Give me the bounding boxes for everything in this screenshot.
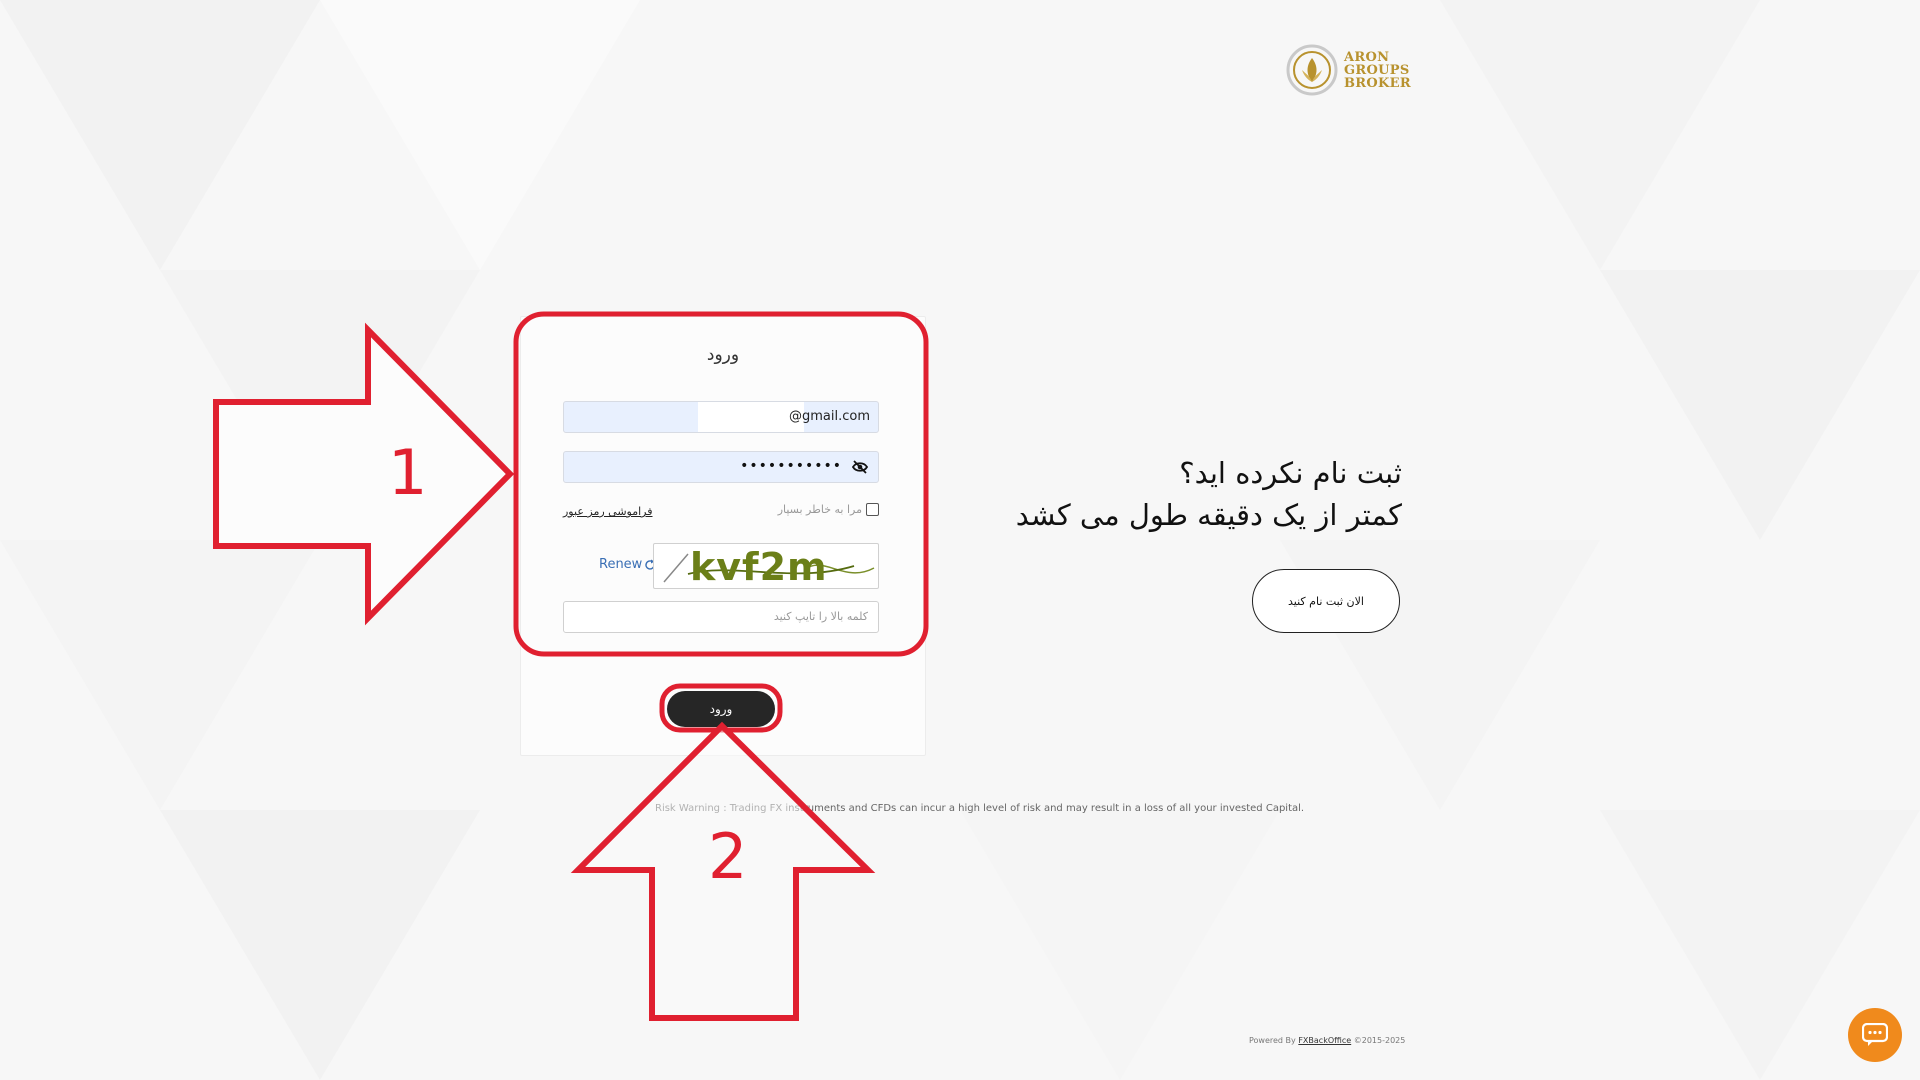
forgot-password-link[interactable]: فراموشی رمز عبور [563,505,653,518]
logo-line-3: BROKER [1344,75,1411,91]
broker-logo[interactable]: ARON GROUPS BROKER [1286,44,1411,96]
captcha-placeholder: کلمه بالا را تایپ کنید [773,610,868,623]
renew-label: Renew [599,557,643,572]
copyright: ©2015-2025 [1353,1036,1406,1045]
signup-heading: ثبت نام نکرده اید؟ کمتر از یک دقیقه طول … [980,452,1402,536]
captcha-image: kvf2m [653,543,879,589]
logo-emblem-icon [1286,44,1338,96]
fxbackoffice-link[interactable]: FXBackOffice [1298,1036,1351,1045]
email-value: @gmail.com [788,409,870,424]
remember-me-checkbox[interactable] [866,503,879,516]
login-options-row: فراموشی رمز عبور مرا به خاطر بسپار [563,503,879,523]
login-card: ورود @gmail.com ••••••••••• فراموشی رمز … [520,316,926,756]
signup-line-2: کمتر از یک دقیقه طول می کشد [1015,498,1402,532]
annotation-number-1: 1 [388,436,428,509]
logo-line-2: GROUPS [1344,62,1410,78]
background-pattern [0,0,1920,1080]
live-chat-button[interactable] [1848,1008,1902,1062]
chat-bubble-icon [1862,1023,1888,1046]
email-input[interactable]: @gmail.com [563,401,879,433]
login-submit-button[interactable]: ورود [667,691,775,727]
logo-line-1: ARON [1344,49,1390,65]
captcha-input[interactable]: کلمه بالا را تایپ کنید [563,601,879,633]
eye-slash-icon[interactable] [852,460,868,474]
remember-me-label: مرا به خاطر بسپار [777,503,862,516]
password-input[interactable]: ••••••••••• [563,451,879,483]
login-title: ورود [706,345,740,365]
captcha-row: Renew kvf2m [563,543,879,589]
captcha-renew-link[interactable]: Renew [599,557,656,572]
password-value: ••••••••••• [740,458,842,474]
annotation-number-2: 2 [708,820,748,893]
powered-by-footer: Powered By FXBackOffice ©2015-2025 [1249,1036,1405,1045]
powered-prefix: Powered By [1249,1036,1296,1045]
signup-now-button[interactable]: الان ثبت نام کنید [1252,569,1400,633]
remember-me[interactable]: مرا به خاطر بسپار [778,503,879,516]
signup-line-1: ثبت نام نکرده اید؟ [1179,456,1402,490]
logo-wordmark: ARON GROUPS BROKER [1344,51,1411,90]
risk-warning: Risk Warning : Trading FX instruments an… [655,803,1305,814]
captcha-text: kvf2m [690,545,828,588]
